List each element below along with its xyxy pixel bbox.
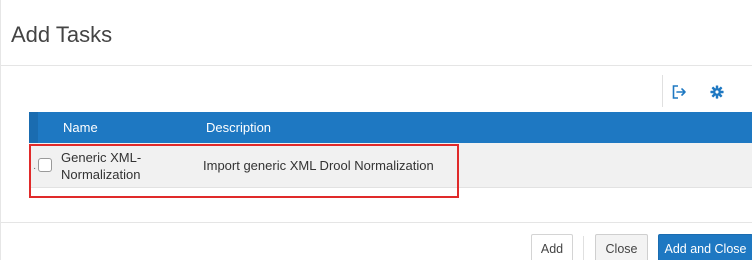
table-row[interactable]: · Generic XML- Normalization Import gene… bbox=[29, 143, 752, 188]
add-tasks-dialog: Add Tasks Name Description · Generic XML… bbox=[0, 0, 752, 260]
export-icon bbox=[672, 85, 686, 99]
column-header-name[interactable]: Name bbox=[63, 120, 206, 135]
grid-toolbar bbox=[662, 75, 752, 107]
toolbar-divider bbox=[662, 75, 663, 107]
close-button[interactable]: Close bbox=[595, 234, 648, 260]
export-button[interactable] bbox=[668, 81, 690, 103]
add-button[interactable]: Add bbox=[531, 234, 573, 260]
row-marker: · bbox=[33, 163, 37, 174]
header-select-column bbox=[29, 112, 38, 143]
grid-header: Name Description bbox=[29, 112, 752, 143]
footer-divider bbox=[1, 222, 752, 223]
settings-button[interactable] bbox=[706, 81, 728, 103]
cell-description: Import generic XML Drool Normalization bbox=[203, 158, 434, 173]
dialog-title: Add Tasks bbox=[11, 22, 113, 47]
dialog-header: Add Tasks bbox=[1, 0, 752, 66]
column-header-description[interactable]: Description bbox=[206, 120, 752, 135]
add-and-close-button[interactable]: Add and Close bbox=[658, 234, 752, 260]
cell-name: Generic XML- Normalization bbox=[61, 149, 181, 183]
tasks-grid: Name Description · Generic XML- Normaliz… bbox=[29, 112, 752, 188]
task-name: Generic XML- Normalization bbox=[61, 150, 142, 182]
button-separator bbox=[583, 236, 584, 260]
row-checkbox[interactable] bbox=[38, 158, 52, 172]
gear-icon bbox=[710, 85, 724, 99]
